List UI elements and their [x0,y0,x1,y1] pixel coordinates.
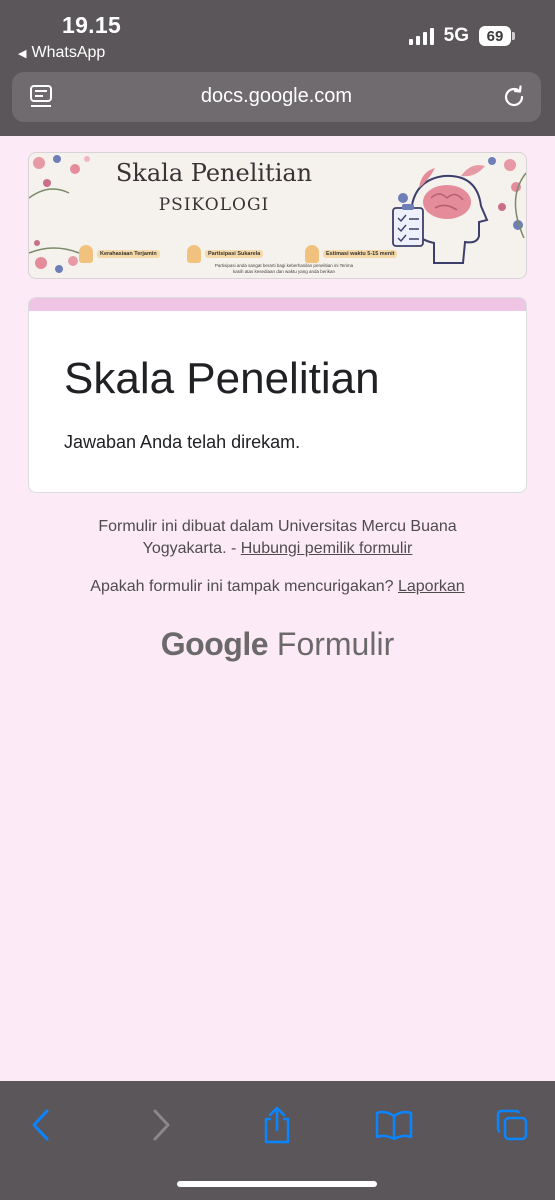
origin-line-2: Yogyakarta. - Hubungi pemilik formulir [0,538,555,560]
head-icon [187,245,201,263]
cellular-signal-icon [408,27,434,45]
origin-line-1: Formulir ini dibuat dalam Universitas Me… [98,518,457,535]
address-bar[interactable]: docs.google.com [12,72,541,122]
network-type: 5G [443,25,469,46]
back-button[interactable] [19,1103,63,1147]
tabs-button[interactable] [490,1103,534,1147]
battery-icon: 69 [479,26,515,46]
banner-title: Skala Penelitian [115,159,313,187]
confirmation-message: Jawaban Anda telah direkam. [64,432,301,452]
forward-button[interactable] [139,1103,183,1147]
back-app-label: WhatsApp [31,44,106,61]
form-title: Skala Penelitian [64,354,380,403]
browser-top-chrome: 19.15 ◀ WhatsApp 5G 69 docs.google.com [0,0,555,136]
banner-subtitle: PSIKOLOGI [158,195,270,215]
url-text[interactable]: docs.google.com [12,85,541,108]
chip-label: Partisipasi Sukarela [205,250,264,258]
back-to-app-link[interactable]: ◀ WhatsApp [18,44,105,62]
origin-line-2-text: Yogyakarta. - [142,540,241,557]
bookmarks-icon [375,1110,413,1140]
head-icon [79,245,93,263]
chip-label: Kerahasiaan Terjamin [97,250,160,258]
report-notice: Apakah formulir ini tampak mencurigakan?… [0,576,555,598]
share-button[interactable] [255,1103,299,1147]
head-icon [305,245,319,263]
confirmation-card: Skala Penelitian Jawaban Anda telah dire… [28,297,527,493]
logo-google: Google [160,626,269,662]
battery-level: 69 [479,26,511,46]
contact-owner-link[interactable]: Hubungi pemilik formulir [241,540,413,557]
logo-product: Formulir [276,626,395,662]
report-link[interactable]: Laporkan [398,578,465,595]
banner-chip: Kerahasiaan Terjamin [79,245,160,263]
brain-head-illustration-icon [392,165,489,264]
status-time: 19.15 [62,12,122,38]
bookmarks-button[interactable] [372,1103,416,1147]
tabs-icon [496,1109,528,1141]
status-indicators: 5G 69 [408,25,515,47]
forward-icon [153,1109,170,1141]
reload-icon[interactable] [501,84,527,110]
share-icon [264,1106,290,1144]
report-question: Apakah formulir ini tampak mencurigakan? [90,578,398,595]
back-icon [32,1109,49,1141]
back-triangle-icon: ◀ [18,47,27,60]
google-forms-logo[interactable]: Google Formulir [0,626,555,663]
form-origin-notice: Formulir ini dibuat dalam Universitas Me… [0,516,555,560]
home-indicator[interactable] [177,1181,377,1187]
banner-note: Partisipasi anda sangat berarti bagi keb… [214,263,354,274]
card-accent-bar [29,298,526,311]
banner-chip: Partisipasi Sukarela [187,245,264,263]
form-header-banner: Skala Penelitian PSIKOLOGI Kerahasiaan T… [28,152,527,279]
